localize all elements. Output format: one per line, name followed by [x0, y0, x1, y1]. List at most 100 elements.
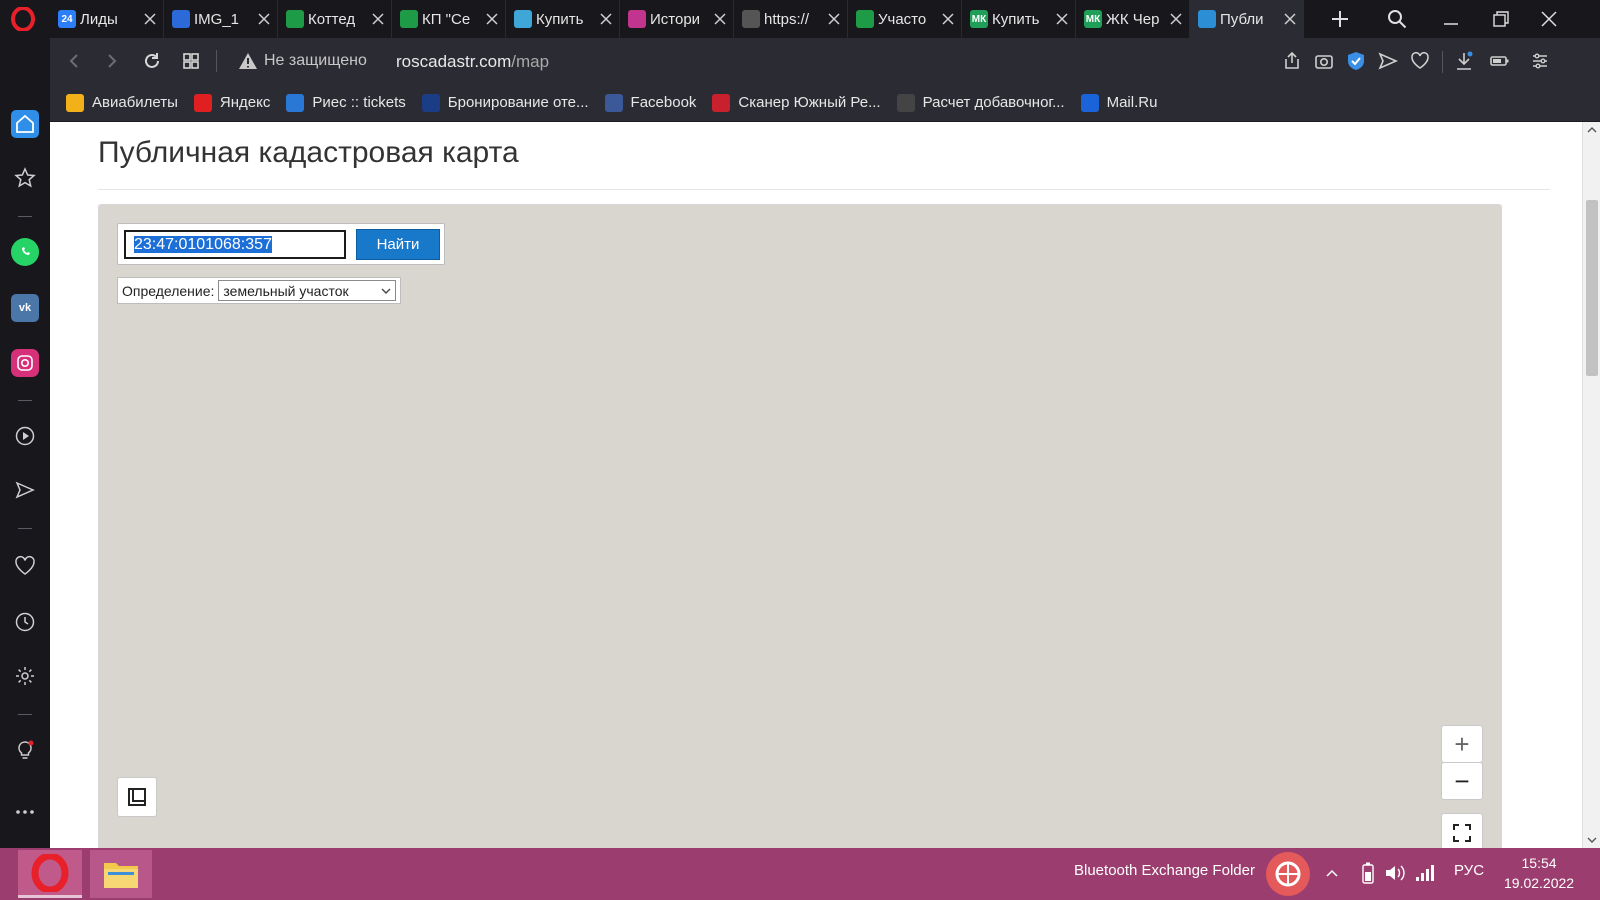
- close-window-icon[interactable]: [1538, 8, 1560, 30]
- player-button[interactable]: [11, 422, 39, 450]
- clock[interactable]: 15:54 19.02.2022: [1504, 853, 1574, 893]
- tab-0[interactable]: 24 Лиды: [50, 0, 164, 38]
- bookmarks-sidebar-button[interactable]: [11, 164, 39, 192]
- tray-app-icon: [1275, 861, 1301, 887]
- cadastral-number-input[interactable]: 23:47:0101068:357: [124, 230, 346, 259]
- flow-button[interactable]: [11, 476, 39, 504]
- security-indicator[interactable]: Не защищено: [238, 52, 367, 70]
- opera-icon: [31, 853, 69, 892]
- pinboards-button[interactable]: [11, 552, 39, 580]
- tab-9[interactable]: МК ЖК Чер: [1076, 0, 1190, 38]
- forward-icon[interactable]: [102, 51, 122, 71]
- bookmark-2[interactable]: Риес :: tickets: [286, 93, 406, 112]
- layers-button[interactable]: [117, 777, 157, 817]
- close-tab-icon[interactable]: [257, 12, 271, 26]
- zoom-in-button[interactable]: +: [1441, 725, 1483, 763]
- easy-setup-icon[interactable]: [1530, 51, 1550, 71]
- volume-icon[interactable]: [1384, 863, 1406, 883]
- scrollbar-thumb[interactable]: [1586, 200, 1598, 376]
- camera-icon[interactable]: [1314, 51, 1334, 71]
- calc-icon: [896, 93, 915, 112]
- history-button[interactable]: [11, 608, 39, 636]
- whatsapp-button[interactable]: [11, 238, 39, 266]
- definition-label: Определение:: [122, 282, 215, 299]
- tab-10[interactable]: Публи: [1190, 0, 1304, 38]
- bookmarks-bar: Авиабилеты Яндекс Риес :: tickets Бронирова…: [50, 84, 1600, 122]
- bookmark-3[interactable]: Бронирование оте...: [421, 93, 589, 112]
- restore-icon[interactable]: [1490, 8, 1512, 30]
- warning-icon: [239, 53, 257, 69]
- tray-app-button[interactable]: [1266, 852, 1310, 896]
- close-tab-icon[interactable]: [1055, 12, 1069, 26]
- cadastral-map[interactable]: 23:47:0101068:357 Найти Определение: зем…: [98, 204, 1502, 848]
- minimize-icon[interactable]: [1440, 8, 1462, 30]
- close-tab-icon[interactable]: [1283, 12, 1297, 26]
- network-icon[interactable]: [1414, 863, 1436, 883]
- close-tab-icon[interactable]: [485, 12, 499, 26]
- download-icon[interactable]: [1454, 51, 1474, 71]
- bookmark-7[interactable]: Mail.Ru: [1080, 93, 1158, 112]
- send-icon[interactable]: [1378, 51, 1398, 71]
- definition-selected: земельный участок: [223, 282, 349, 299]
- tray-overflow-icon[interactable]: [1326, 868, 1338, 878]
- search-tabs-icon[interactable]: [1386, 8, 1408, 30]
- tips-button[interactable]: [11, 736, 39, 764]
- close-tab-icon[interactable]: [713, 12, 727, 26]
- heart-icon[interactable]: [1410, 51, 1430, 71]
- taskbar-opera[interactable]: [18, 850, 82, 898]
- fullscreen-button[interactable]: [1441, 813, 1483, 848]
- battery-icon[interactable]: [1362, 862, 1374, 884]
- bookmark-5[interactable]: Сканер Южный Ре...: [712, 93, 881, 112]
- url-field[interactable]: roscadastr.com/map: [396, 52, 549, 72]
- keyboard-language[interactable]: РУС: [1454, 862, 1484, 879]
- close-tab-icon[interactable]: [143, 12, 157, 26]
- battery-saver-icon[interactable]: [1490, 51, 1510, 71]
- tab-5[interactable]: Истори: [620, 0, 734, 38]
- sidebar-more-button[interactable]: [11, 798, 39, 826]
- new-tab-icon[interactable]: [1328, 7, 1352, 31]
- close-tab-icon[interactable]: [371, 12, 385, 26]
- find-button[interactable]: Найти: [356, 229, 440, 260]
- bookmark-label: Яндекс: [219, 94, 271, 111]
- bookmark-label: Mail.Ru: [1106, 94, 1158, 111]
- tab-grid-icon[interactable]: [181, 51, 201, 71]
- opera-menu-button[interactable]: [10, 6, 36, 32]
- tab-3[interactable]: КП "Се: [392, 0, 506, 38]
- zoom-out-button[interactable]: −: [1441, 762, 1483, 800]
- opera-logo-icon: [11, 7, 35, 31]
- scroll-down-icon[interactable]: [1587, 836, 1597, 844]
- vpn-shield-icon[interactable]: [1346, 51, 1366, 71]
- bookmark-0[interactable]: Авиабилеты: [66, 93, 178, 112]
- bookmark-6[interactable]: Расчет добавочног...: [896, 93, 1065, 112]
- close-tab-icon[interactable]: [827, 12, 841, 26]
- clock-time: 15:54: [1521, 855, 1557, 871]
- whatsapp-icon: [22, 247, 30, 255]
- scroll-up-icon[interactable]: [1587, 126, 1597, 134]
- bookmark-4[interactable]: Facebook: [604, 93, 696, 112]
- back-icon[interactable]: [64, 51, 84, 71]
- tab-2[interactable]: Коттед: [278, 0, 392, 38]
- windows-taskbar: Bluetooth Exchange Folder РУС 15:54 19.0…: [0, 848, 1600, 900]
- tab-title: Истори: [650, 10, 701, 28]
- tab-7[interactable]: Участо: [848, 0, 962, 38]
- close-tab-icon[interactable]: [1169, 12, 1183, 26]
- tab-8[interactable]: МК Купить: [962, 0, 1076, 38]
- taskbar-explorer[interactable]: [90, 850, 152, 898]
- folder-icon: [104, 863, 138, 888]
- close-tab-icon[interactable]: [941, 12, 955, 26]
- speed-dial-button[interactable]: [11, 110, 39, 138]
- close-tab-icon[interactable]: [599, 12, 613, 26]
- settings-button[interactable]: [11, 662, 39, 690]
- bookmark-1[interactable]: Яндекс: [193, 93, 271, 112]
- tab-6[interactable]: https://: [734, 0, 848, 38]
- reload-icon[interactable]: [142, 51, 162, 71]
- definition-select[interactable]: земельный участок: [218, 280, 397, 301]
- tab-4[interactable]: Купить: [506, 0, 620, 38]
- instagram-button[interactable]: [11, 349, 39, 377]
- page-scrollbar[interactable]: [1582, 122, 1600, 848]
- tab-1[interactable]: IMG_1: [164, 0, 278, 38]
- share-icon[interactable]: [1282, 51, 1302, 71]
- vk-button[interactable]: vk: [11, 294, 39, 322]
- tray-bluetooth-label[interactable]: Bluetooth Exchange Folder: [1074, 862, 1255, 879]
- tab-list: 24 Лиды IMG_1 Коттед КП "Се Купить Истори https…: [50, 0, 1304, 38]
